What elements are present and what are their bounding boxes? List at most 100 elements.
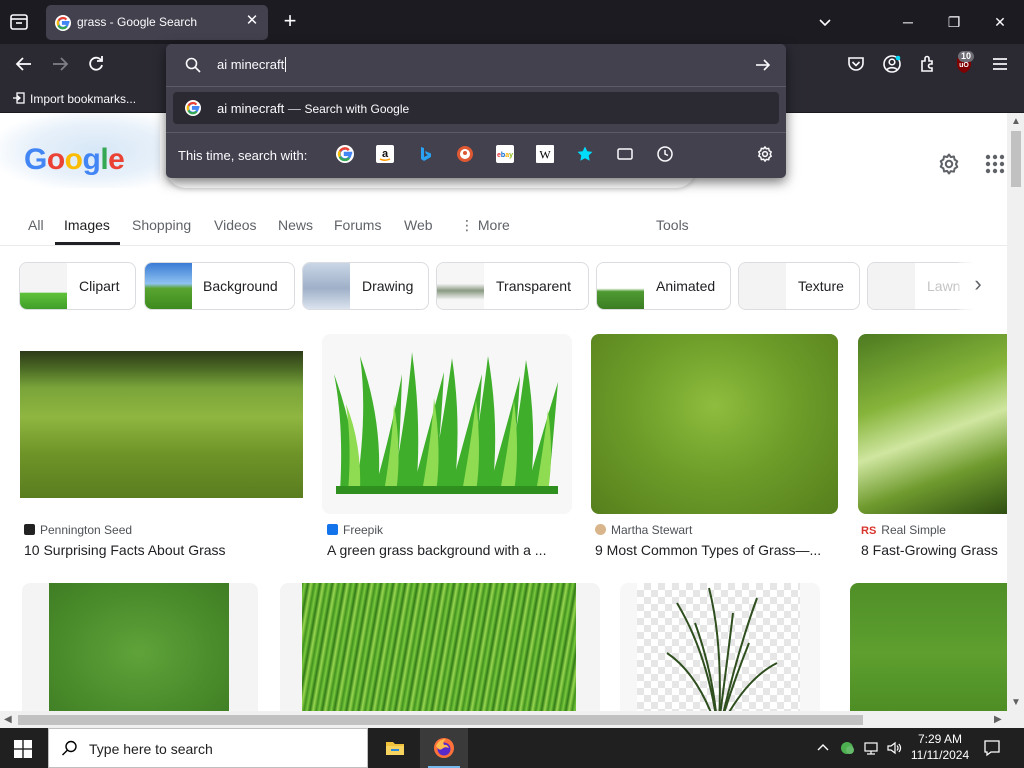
image-result[interactable]: RS Real Simple 8 Fast-Growing Grass (858, 334, 1007, 564)
account-icon[interactable] (881, 53, 903, 75)
chip-texture[interactable]: Texture (738, 262, 860, 310)
reload-icon[interactable] (85, 53, 107, 75)
result-title[interactable]: A green grass background with a ... (327, 542, 567, 558)
horizontal-scrollbar[interactable] (0, 711, 1007, 728)
settings-gear-icon[interactable] (937, 152, 961, 176)
notifications-icon[interactable] (983, 739, 1001, 757)
result-image[interactable] (858, 334, 1007, 514)
image-result[interactable] (850, 583, 1007, 711)
image-result[interactable]: Pennington Seed 10 Surprising Facts Abou… (20, 334, 303, 564)
source-name: Freepik (343, 523, 384, 537)
google-icon (185, 100, 201, 116)
file-explorer-taskbar-button[interactable] (371, 728, 419, 768)
result-source[interactable]: Pennington Seed (24, 523, 132, 537)
tab-more[interactable]: ⋮ More (460, 217, 510, 234)
image-result[interactable] (22, 583, 258, 711)
volume-icon[interactable] (886, 740, 902, 756)
google-apps-icon[interactable] (984, 153, 1006, 175)
restore-button[interactable]: ❐ (931, 0, 977, 44)
scroll-thumb[interactable] (18, 715, 863, 725)
firefox-view-icon[interactable] (9, 12, 29, 32)
forward-icon[interactable] (49, 53, 71, 75)
scroll-thumb[interactable] (1011, 131, 1021, 187)
active-tab[interactable]: grass - Google Search ✕ (46, 5, 268, 40)
list-all-tabs-icon[interactable] (815, 12, 835, 32)
result-image[interactable] (322, 334, 572, 514)
address-bar[interactable]: ai minecraft (166, 44, 786, 86)
result-title[interactable]: 8 Fast-Growing Grass (861, 542, 1007, 558)
firefox-taskbar-button[interactable] (420, 728, 468, 768)
image-result[interactable] (280, 583, 600, 711)
tab-shopping[interactable]: Shopping (132, 217, 191, 233)
tab-news[interactable]: News (278, 217, 313, 233)
tab-images[interactable]: Images (64, 217, 110, 233)
chip-label: Animated (656, 278, 716, 294)
tools-button[interactable]: Tools (656, 217, 689, 233)
result-image[interactable] (620, 583, 820, 711)
image-result[interactable] (620, 583, 820, 711)
result-image[interactable] (591, 334, 838, 514)
history-clock-icon[interactable] (656, 145, 674, 163)
back-icon[interactable] (13, 53, 35, 75)
tab-web[interactable]: Web (404, 217, 433, 233)
vertical-scrollbar[interactable] (1007, 113, 1024, 711)
scroll-left-arrow-icon[interactable]: ◀ (4, 714, 12, 725)
import-bookmarks-label: Import bookmarks... (30, 92, 137, 106)
result-image[interactable] (20, 334, 303, 514)
result-title[interactable]: 10 Surprising Facts About Grass (24, 542, 304, 558)
google-engine-icon[interactable] (336, 145, 354, 163)
one-off-label: This time, search with: (178, 148, 308, 163)
extensions-icon[interactable] (917, 53, 939, 75)
result-title[interactable]: 9 Most Common Types of Grass—... (595, 542, 833, 558)
import-bookmarks-button[interactable]: Import bookmarks... (12, 91, 136, 106)
menu-icon[interactable] (989, 53, 1011, 75)
google-logo[interactable]: Google (24, 143, 125, 177)
result-source[interactable]: RS Real Simple (861, 523, 946, 537)
taskbar-search-placeholder: Type here to search (89, 741, 213, 757)
ebay-engine-icon[interactable]: ebay (496, 145, 514, 163)
tab-videos[interactable]: Videos (214, 217, 257, 233)
duckduckgo-engine-icon[interactable] (456, 145, 474, 163)
windows-start-icon[interactable] (14, 740, 32, 758)
chip-label: Texture (798, 278, 844, 294)
wikipedia-engine-icon[interactable]: W (536, 145, 554, 163)
taskbar-search-box[interactable]: Type here to search (48, 728, 368, 768)
tabs-icon[interactable] (616, 145, 634, 163)
scroll-right-arrow-icon[interactable]: ▶ (994, 714, 1002, 725)
people-sync-icon[interactable] (839, 740, 855, 756)
result-image[interactable] (850, 583, 1007, 711)
chip-transparent[interactable]: Transparent (436, 262, 589, 310)
scroll-down-arrow-icon[interactable]: ▼ (1011, 697, 1021, 708)
tab-all[interactable]: All (28, 217, 44, 233)
result-image[interactable] (280, 583, 600, 711)
network-icon[interactable] (863, 740, 879, 756)
chevron-right-icon[interactable]: › (958, 262, 998, 310)
show-hidden-icons-chevron-icon[interactable] (815, 740, 831, 756)
search-suggestion[interactable]: ai minecraft — Search with Google (173, 92, 779, 124)
suggestion-text: ai minecraft — Search with Google (217, 101, 409, 116)
amazon-engine-icon[interactable]: a (376, 145, 394, 163)
close-tab-icon[interactable]: ✕ (245, 13, 259, 28)
new-tab-button[interactable]: + (280, 10, 300, 32)
chip-clipart[interactable]: Clipart (19, 262, 136, 310)
image-result[interactable]: Freepik A green grass background with a … (322, 334, 572, 564)
chip-drawing[interactable]: Drawing (302, 262, 429, 310)
bing-engine-icon[interactable] (416, 145, 434, 163)
file-explorer-icon (385, 738, 405, 763)
image-result[interactable]: Martha Stewart 9 Most Common Types of Gr… (591, 334, 838, 564)
result-source[interactable]: Freepik (327, 523, 383, 537)
system-clock[interactable]: 7:29 AM 11/11/2024 (908, 731, 972, 763)
chip-background[interactable]: Background (144, 262, 295, 310)
bookmarks-star-icon[interactable] (576, 145, 594, 163)
close-window-button[interactable]: ✕ (977, 0, 1023, 44)
search-settings-gear-icon[interactable] (756, 145, 774, 163)
minimize-button[interactable]: ─ (885, 0, 931, 44)
go-arrow-icon[interactable] (754, 56, 772, 74)
scroll-up-arrow-icon[interactable]: ▲ (1011, 116, 1021, 127)
result-image[interactable] (22, 583, 258, 711)
tab-forums[interactable]: Forums (334, 217, 381, 233)
pocket-icon[interactable] (845, 53, 867, 75)
address-input[interactable]: ai minecraft (217, 57, 287, 72)
result-source[interactable]: Martha Stewart (595, 523, 692, 537)
chip-animated[interactable]: Animated (596, 262, 731, 310)
